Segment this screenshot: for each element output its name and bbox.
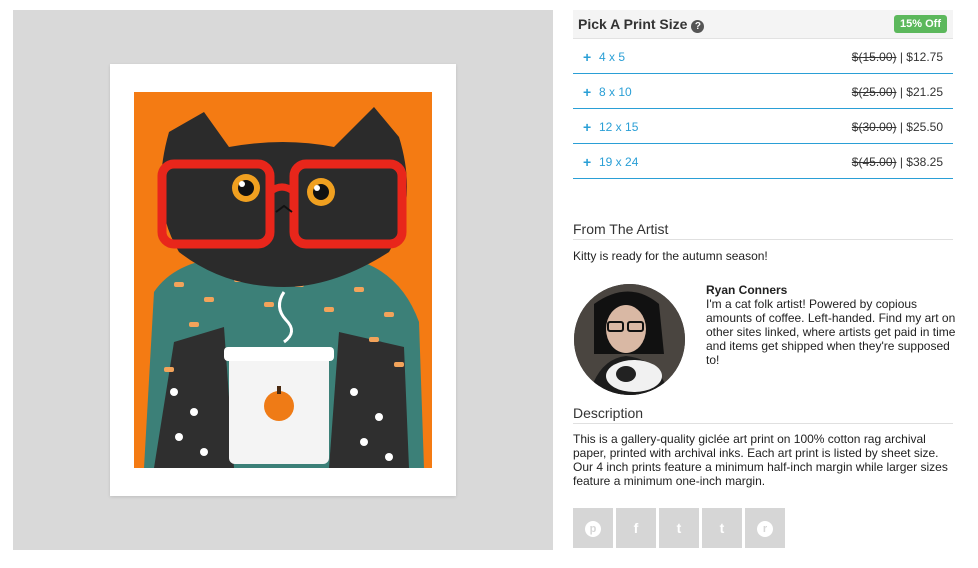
artist-tagline: Kitty is ready for the autumn season!	[573, 249, 768, 263]
size-option-label: 4 x 5	[599, 50, 626, 64]
twitter-icon: t	[676, 520, 682, 536]
print-size-header: Pick A Print Size? 15% Off	[573, 10, 953, 39]
from-the-artist-heading: From The Artist	[573, 221, 953, 240]
size-option-price: $(25.00) | $21.25	[852, 85, 943, 99]
size-option-19x24[interactable]: + 19 x 24 $(45.00) | $38.25	[573, 144, 953, 179]
print-size-title-text: Pick A Print Size	[578, 16, 688, 32]
reddit-icon: r	[757, 521, 773, 538]
discount-badge: 15% Off	[894, 15, 947, 33]
plus-icon: +	[583, 119, 592, 135]
size-option-12x15[interactable]: + 12 x 15 $(30.00) | $25.50	[573, 109, 953, 144]
original-price: $(15.00)	[851, 50, 897, 64]
share-facebook-button[interactable]: f	[616, 508, 656, 548]
original-price: $(25.00)	[851, 85, 897, 99]
tumblr-icon: t	[719, 520, 725, 536]
plus-icon: +	[583, 154, 592, 170]
price-separator: |	[896, 85, 907, 99]
description-text: This is a gallery-quality giclée art pri…	[573, 432, 948, 488]
help-icon[interactable]: ?	[691, 20, 705, 33]
size-option-4x5[interactable]: + 4 x 5 $(15.00) | $12.75	[573, 39, 953, 74]
description-heading: Description	[573, 405, 953, 424]
facebook-icon: f	[633, 520, 639, 536]
share-reddit-button[interactable]: r	[745, 508, 785, 548]
size-option-label: 19 x 24	[599, 155, 639, 169]
size-option-8x10[interactable]: + 8 x 10 $(25.00) | $21.25	[573, 74, 953, 109]
print-size-title: Pick A Print Size?	[578, 16, 705, 33]
share-pinterest-button[interactable]: p	[573, 508, 613, 548]
share-tumblr-button[interactable]: t	[702, 508, 742, 548]
sale-price: $12.75	[906, 50, 943, 64]
price-separator: |	[896, 120, 907, 134]
sale-price: $38.25	[906, 155, 943, 169]
sale-price: $21.25	[906, 85, 943, 99]
original-price: $(45.00)	[851, 155, 897, 169]
product-details-panel: Pick A Print Size? 15% Off + 4 x 5 $(15.…	[573, 10, 955, 548]
artist-avatar-image	[574, 284, 685, 395]
print-mat	[110, 64, 456, 496]
artwork-illustration	[134, 92, 432, 468]
size-option-label: 8 x 10	[599, 85, 632, 99]
size-option-price: $(15.00) | $12.75	[852, 50, 943, 64]
size-option-price: $(45.00) | $38.25	[852, 155, 943, 169]
size-option-label: 12 x 15	[599, 120, 639, 134]
artwork-preview-area	[13, 10, 553, 550]
original-price: $(30.00)	[851, 120, 897, 134]
artist-name: Ryan Conners	[706, 283, 788, 297]
size-option-price: $(30.00) | $25.50	[852, 120, 943, 134]
price-separator: |	[896, 50, 907, 64]
pinterest-icon: p	[585, 521, 601, 538]
price-separator: |	[896, 155, 907, 169]
sale-price: $25.50	[906, 120, 943, 134]
plus-icon: +	[583, 49, 592, 65]
artwork-image[interactable]	[134, 92, 432, 468]
artist-avatar[interactable]	[574, 284, 685, 395]
plus-icon: +	[583, 84, 592, 100]
share-twitter-button[interactable]: t	[659, 508, 699, 548]
artist-bio: I'm a cat folk artist! Powered by copiou…	[706, 297, 956, 367]
